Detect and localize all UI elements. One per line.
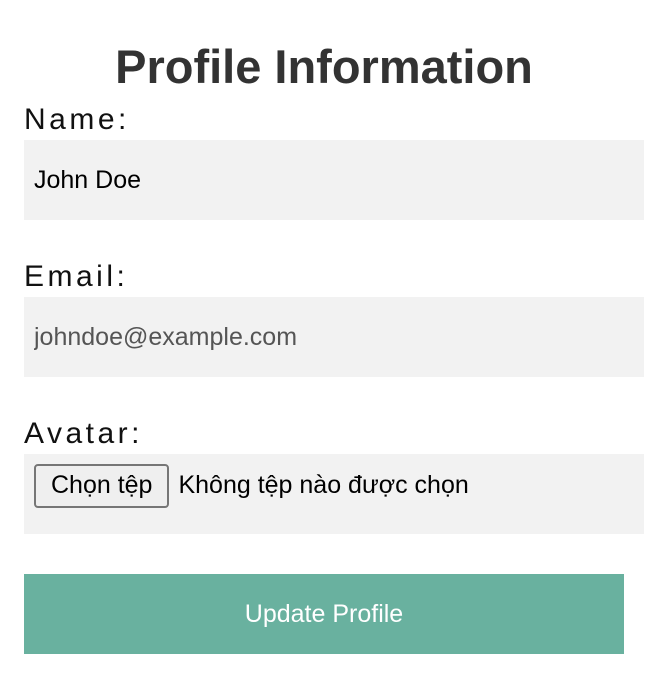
email-input[interactable] [24, 297, 644, 377]
file-status-text: Không tệp nào được chọn [178, 471, 469, 499]
avatar-label: Avatar: [24, 417, 143, 450]
avatar-field-container: Chọn tệp Không tệp nào được chọn [24, 454, 644, 534]
name-input[interactable] [24, 140, 644, 220]
file-picker: Chọn tệp Không tệp nào được chọn [24, 454, 644, 534]
choose-file-button[interactable]: Chọn tệp [34, 464, 170, 508]
update-profile-button[interactable]: Update Profile [24, 574, 624, 654]
name-field-container [24, 140, 644, 220]
email-label: Email: [24, 260, 129, 293]
name-label: Name: [24, 103, 130, 136]
email-field-container [24, 297, 644, 377]
page-title: Profile Information [115, 40, 533, 94]
